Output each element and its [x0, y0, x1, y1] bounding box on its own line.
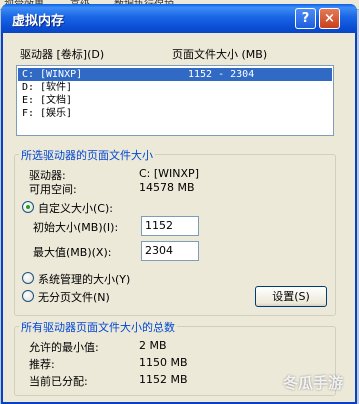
min-allowed-value: 2 MB: [139, 339, 167, 352]
drive-row-d[interactable]: D: [软件]: [18, 81, 332, 94]
drive-row-c[interactable]: C: [WINXP] 1152 - 2304: [18, 68, 332, 81]
drive-label: [软件]: [40, 82, 73, 93]
current-allocated-value: 1152 MB: [139, 373, 188, 386]
recommended-value: 1150 MB: [139, 356, 188, 369]
min-allowed-label: 允许的最小值:: [29, 341, 99, 354]
free-space-value: 14578 MB: [139, 181, 195, 194]
initial-size-label: 初始大小(MB)(I):: [33, 221, 119, 234]
drive-label: [文档]: [40, 95, 73, 106]
custom-size-radio[interactable]: [22, 201, 34, 213]
drive-list[interactable]: C: [WINXP] 1152 - 2304 D: [软件] E: [文档] F…: [16, 65, 334, 136]
free-space-label: 可用空间:: [29, 183, 77, 196]
drive-letter: C:: [22, 69, 35, 80]
drive-column-header: 驱动器 [卷标](D): [20, 48, 105, 61]
totals-group-title: 所有驱动器页面文件大小的总数: [19, 319, 177, 335]
title-bar[interactable]: 虚拟内存 ? ×: [1, 4, 357, 33]
drive-letter: D:: [22, 82, 35, 93]
dialog-title: 虚拟内存: [12, 14, 65, 29]
system-managed-radio[interactable]: [22, 272, 34, 284]
drive-pagefile-size: 1152 - 2304: [188, 69, 255, 80]
selected-drive-group-title: 所选驱动器的页面文件大小: [19, 147, 155, 163]
max-size-label: 最大值(MB)(X):: [33, 246, 112, 259]
initial-size-input[interactable]: 1152: [141, 216, 199, 236]
watermark-logo: 冬瓜手游: [283, 374, 344, 392]
virtual-memory-dialog: 虚拟内存 ? × 驱动器 [卷标](D) 页面文件大小 (MB) C: [WIN…: [1, 4, 357, 404]
help-button[interactable]: ?: [295, 8, 316, 29]
drive-label: [娱乐]: [40, 108, 73, 119]
drive-letter: E:: [22, 95, 35, 106]
close-button[interactable]: ×: [319, 8, 340, 29]
recommended-label: 推荐:: [29, 358, 55, 371]
drive-letter: F:: [22, 108, 35, 119]
custom-size-label[interactable]: 自定义大小(C):: [38, 200, 113, 216]
drive-row-e[interactable]: E: [文档]: [18, 94, 332, 107]
drive-label: [WINXP]: [40, 69, 83, 80]
pagefile-column-header: 页面文件大小 (MB): [172, 48, 268, 61]
drive-field-value: C: [WINXP]: [139, 167, 199, 180]
max-size-input[interactable]: 2304: [141, 241, 199, 261]
no-pagefile-radio[interactable]: [22, 290, 34, 302]
current-allocated-label: 当前已分配:: [29, 375, 88, 388]
no-pagefile-label[interactable]: 无分页文件(N): [38, 289, 110, 305]
set-button[interactable]: 设置(S): [255, 286, 327, 307]
system-managed-label[interactable]: 系统管理的大小(Y): [38, 271, 130, 287]
drive-row-f[interactable]: F: [娱乐]: [18, 107, 332, 120]
